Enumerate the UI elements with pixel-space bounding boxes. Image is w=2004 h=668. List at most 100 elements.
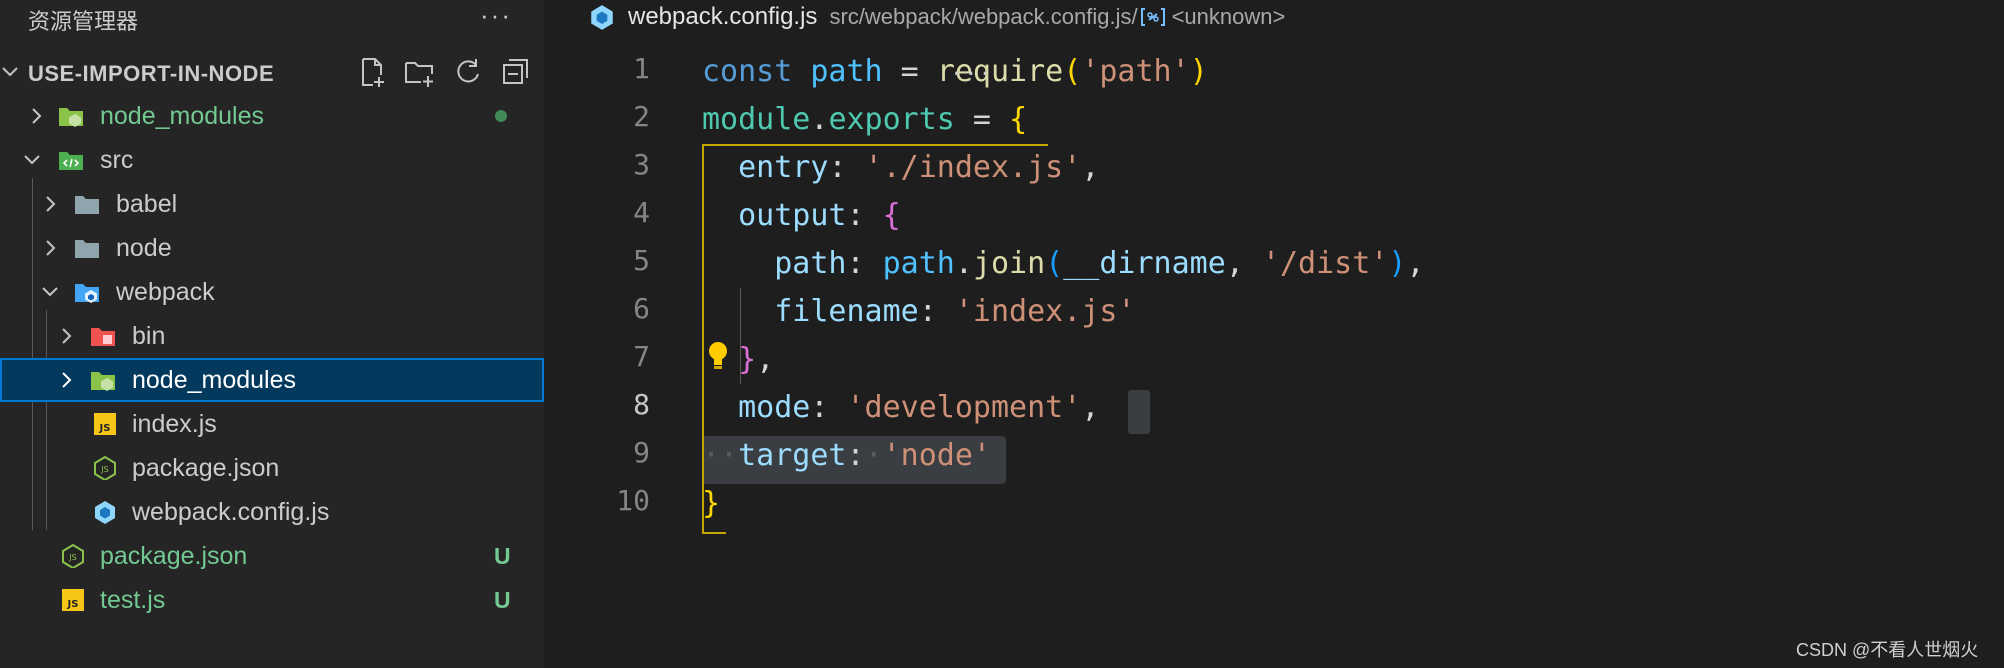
punctuation: : — [810, 390, 847, 425]
git-status-badge: U — [494, 587, 511, 613]
chevron-right-icon — [32, 108, 42, 124]
webpack-folder-icon — [75, 284, 99, 303]
collapse-all-icon[interactable] — [500, 56, 532, 88]
tree-item-label: node — [116, 234, 172, 262]
code-line-8: mode: 'development', — [702, 384, 1099, 432]
line-number: 7 — [633, 340, 650, 373]
watermark: CSDN @不看人世烟火 — [1796, 640, 1979, 660]
line-number-active: 8 — [633, 388, 650, 421]
folder-icon — [75, 240, 99, 258]
string: 'development' — [846, 390, 1082, 425]
breadcrumb-path[interactable]: src/webpack/webpack.config.js/ — [829, 4, 1137, 30]
code-editor[interactable]: webpack.config.js src/webpack/webpack.co… — [544, 0, 2004, 668]
line-number: 3 — [633, 148, 650, 181]
tree-item-root-package-json[interactable]: JS package.json U — [0, 534, 544, 578]
breadcrumb: webpack.config.js src/webpack/webpack.co… — [588, 2, 1285, 32]
refresh-icon[interactable] — [452, 56, 484, 88]
code-line-3: entry: './index.js', — [702, 144, 1099, 192]
function-name: join — [972, 246, 1046, 281]
explorer-title: 资源管理器 — [28, 9, 139, 34]
folder-icon — [75, 196, 99, 214]
tree-item-webpack[interactable]: webpack — [0, 270, 544, 314]
punctuation: : — [918, 294, 955, 329]
line-number: 6 — [633, 292, 650, 325]
webpack-file-icon — [591, 5, 613, 30]
punctuation: , — [1081, 390, 1100, 425]
tree-item-test-js[interactable]: JS test.js U — [0, 578, 544, 622]
bracket: { — [882, 198, 901, 233]
chevron-right-icon — [46, 196, 56, 212]
breadcrumb-file[interactable]: webpack.config.js — [628, 3, 817, 31]
tree-item-index-js[interactable]: JS index.js — [0, 402, 544, 446]
bracket-scope-guide — [702, 532, 726, 534]
svg-text:JS: JS — [68, 553, 76, 562]
punctuation: : — [846, 198, 883, 233]
nodejs-file-icon: JS — [94, 456, 116, 480]
bracket: ) — [1189, 54, 1208, 89]
tree-item-package-json[interactable]: JS package.json — [0, 446, 544, 490]
tree-item-label: webpack — [116, 278, 215, 306]
new-file-icon[interactable] — [356, 56, 388, 88]
nodejs-file-icon: JS — [62, 544, 84, 568]
tree-item-label: test.js — [100, 586, 166, 614]
svg-text:JS: JS — [99, 423, 111, 434]
tree-item-node[interactable]: node — [0, 226, 544, 270]
tree-item-bin[interactable]: bin — [0, 314, 544, 358]
whitespace-marker: · — [864, 438, 883, 473]
property: entry — [738, 150, 829, 185]
tree-item-src[interactable]: src — [0, 138, 544, 182]
property: mode — [738, 390, 811, 425]
punctuation: : — [828, 150, 865, 185]
line-number: 5 — [633, 244, 650, 277]
git-status-badge: U — [494, 543, 511, 569]
bin-folder-icon — [91, 328, 115, 346]
string: 'path' — [1081, 54, 1190, 89]
code-line-10: } — [702, 480, 720, 528]
tree-item-label: index.js — [132, 410, 217, 438]
bracket: } — [702, 486, 721, 521]
more-actions-icon[interactable]: ··· — [480, 0, 512, 31]
symbol-field-icon — [1140, 8, 1165, 26]
property: target — [738, 438, 847, 473]
bracket: { — [1009, 102, 1028, 137]
tree-item-label: webpack.config.js — [132, 498, 330, 526]
string: './index.js' — [864, 150, 1082, 185]
string: '/dist' — [1261, 246, 1389, 281]
property: filename — [774, 294, 919, 329]
operator: = — [954, 102, 1010, 137]
string: 'index.js' — [954, 294, 1136, 329]
identifier: path — [810, 54, 883, 89]
line-number: 4 — [633, 196, 650, 229]
property: exports — [828, 102, 955, 137]
js-file-icon: JS — [94, 413, 116, 435]
breadcrumb-symbol[interactable]: <unknown> — [1172, 4, 1286, 30]
chevron-down-icon — [42, 287, 58, 297]
chevron-right-icon — [46, 240, 56, 256]
tree-item-node-modules[interactable]: node_modules — [0, 94, 544, 138]
chevron-right-icon — [62, 372, 72, 388]
code-line-6: filename: 'index.js' — [702, 288, 1136, 336]
string: 'node' — [882, 438, 991, 473]
status-dot — [495, 110, 507, 122]
punctuation: , — [756, 342, 775, 377]
bracket: } — [738, 342, 757, 377]
tree-item-webpack-config[interactable]: webpack.config.js — [0, 490, 544, 534]
node-modules-folder-icon — [59, 108, 83, 127]
js-file-icon: JS — [62, 589, 84, 611]
line-number: 10 — [616, 484, 650, 517]
explorer-sidebar: 资源管理器 ··· USE-IMPORT-IN-NODE node_module… — [0, 0, 544, 668]
project-header[interactable]: USE-IMPORT-IN-NODE — [0, 52, 544, 92]
whitespace-marker: ·· — [702, 438, 739, 473]
src-folder-icon — [59, 152, 83, 170]
property: path — [774, 246, 847, 281]
operator: = — [882, 54, 937, 89]
identifier: module — [702, 102, 811, 137]
new-folder-icon[interactable] — [404, 56, 436, 88]
tree-item-node-modules-selected[interactable]: node_modules — [0, 358, 544, 402]
explorer-header: 资源管理器 ··· — [0, 0, 544, 34]
node-modules-folder-icon — [91, 372, 115, 391]
tree-item-babel[interactable]: babel — [0, 182, 544, 226]
punctuation: : — [846, 246, 883, 281]
punctuation: , — [1081, 150, 1100, 185]
code-line-7: }, — [702, 336, 774, 384]
